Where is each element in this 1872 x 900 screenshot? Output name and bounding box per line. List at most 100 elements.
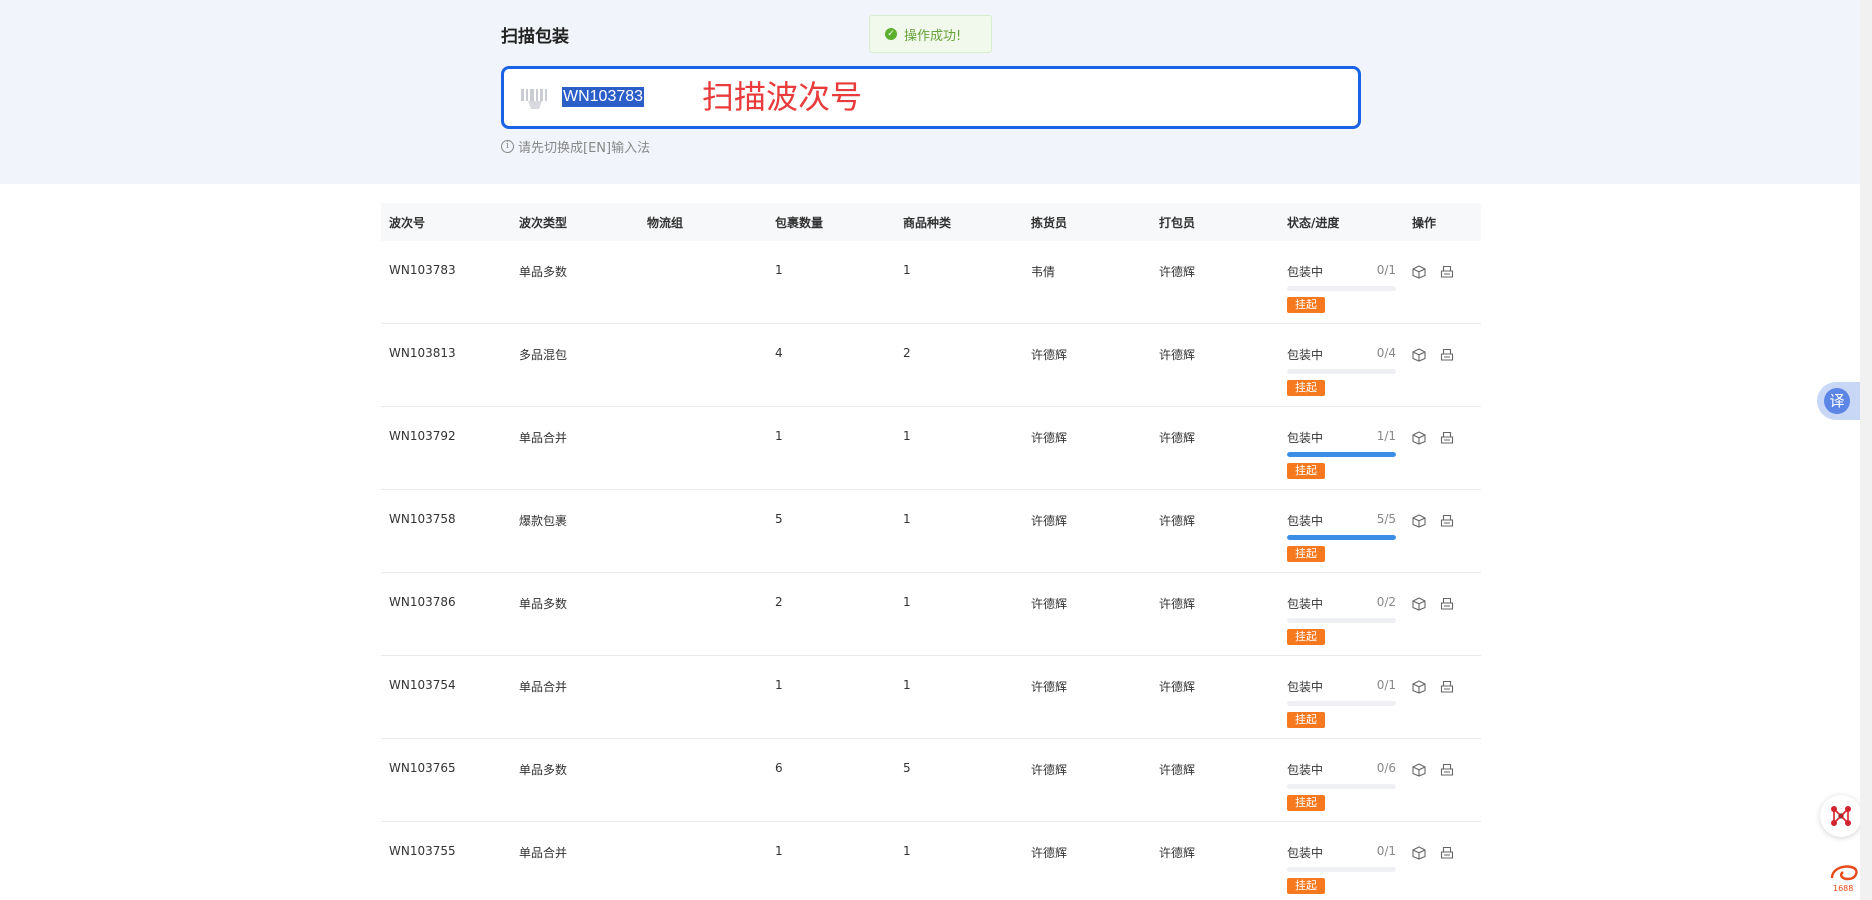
progress-bar xyxy=(1287,618,1396,623)
wave-number[interactable]: WN103783 xyxy=(381,241,511,323)
row-actions xyxy=(1404,324,1481,406)
wave-number[interactable]: WN103765 xyxy=(381,739,511,821)
page-title: 扫描包装 xyxy=(501,27,569,47)
package-icon[interactable] xyxy=(1412,597,1426,611)
progress-text: 0/6 xyxy=(1376,761,1396,775)
package-count: 1 xyxy=(775,844,783,858)
column-header: 拣货员 xyxy=(1031,215,1068,230)
wave-number[interactable]: WN103755 xyxy=(381,822,511,900)
packer: 许德辉 xyxy=(1159,680,1196,694)
print-icon[interactable] xyxy=(1440,265,1454,279)
network-icon xyxy=(1831,806,1851,826)
wave-type: 单品多数 xyxy=(519,265,568,279)
suspend-tag[interactable]: 挂起 xyxy=(1287,878,1325,894)
row-actions xyxy=(1404,822,1481,900)
package-icon[interactable] xyxy=(1412,680,1426,694)
suspend-tag[interactable]: 挂起 xyxy=(1287,297,1325,313)
status-cell: 包装中 0/6 挂起 xyxy=(1279,739,1404,821)
packer: 许德辉 xyxy=(1159,348,1196,362)
print-icon[interactable] xyxy=(1440,431,1454,445)
wave-type: 单品多数 xyxy=(519,597,568,611)
wave-number[interactable]: WN103792 xyxy=(381,407,511,489)
barcode-scanner-icon xyxy=(521,89,547,109)
wave-type: 单品合并 xyxy=(519,680,568,694)
packer: 许德辉 xyxy=(1159,846,1196,860)
package-icon[interactable] xyxy=(1412,846,1426,860)
input-hint: i 请先切换成[EN]输入法 xyxy=(501,137,650,156)
suspend-tag[interactable]: 挂起 xyxy=(1287,380,1325,396)
table-row: WN103783 单品多数 1 1 韦倩 许德辉 包装中 0/1 挂起 xyxy=(381,241,1481,324)
suspend-tag[interactable]: 挂起 xyxy=(1287,629,1325,645)
picker: 韦倩 xyxy=(1031,265,1056,279)
print-icon[interactable] xyxy=(1440,514,1454,528)
status-text: 包装中 xyxy=(1287,348,1324,362)
scan-header: 扫描包装 ✓ 操作成功! WN103783 扫描波次号 i 请先切换成[EN]输… xyxy=(0,0,1860,184)
product-kinds: 2 xyxy=(903,346,911,360)
wave-type: 单品多数 xyxy=(519,763,568,777)
print-icon[interactable] xyxy=(1440,763,1454,777)
print-icon[interactable] xyxy=(1440,846,1454,860)
status-text: 包装中 xyxy=(1287,846,1324,860)
status-cell: 包装中 0/1 挂起 xyxy=(1279,822,1404,900)
scan-input[interactable]: WN103783 扫描波次号 xyxy=(501,66,1361,129)
row-actions xyxy=(1404,407,1481,489)
table-row: WN103792 单品合并 1 1 许德辉 许德辉 包装中 1/1 挂起 xyxy=(381,407,1481,490)
print-icon[interactable] xyxy=(1440,348,1454,362)
suspend-tag[interactable]: 挂起 xyxy=(1287,463,1325,479)
suspend-tag[interactable]: 挂起 xyxy=(1287,546,1325,562)
1688-logo-icon[interactable]: 1688 xyxy=(1826,862,1862,894)
status-cell: 包装中 0/1 挂起 xyxy=(1279,656,1404,738)
table-row: WN103755 单品合并 1 1 许德辉 许德辉 包装中 0/1 挂起 xyxy=(381,822,1481,900)
progress-text: 0/1 xyxy=(1376,844,1396,858)
product-kinds: 1 xyxy=(903,263,911,277)
package-icon[interactable] xyxy=(1412,763,1426,777)
scan-input-value: WN103783 xyxy=(562,87,645,107)
status-text: 包装中 xyxy=(1287,597,1324,611)
column-header: 操作 xyxy=(1412,215,1437,230)
product-kinds: 1 xyxy=(903,844,911,858)
table-header: 波次号 波次类型 物流组 包裹数量 商品种类 拣货员 打包员 状态/进度 操作 xyxy=(381,203,1481,241)
input-hint-text: 请先切换成[EN]输入法 xyxy=(518,141,651,156)
table-row: WN103765 单品多数 6 5 许德辉 许德辉 包装中 0/6 挂起 xyxy=(381,739,1481,822)
row-actions xyxy=(1404,656,1481,738)
wave-number[interactable]: WN103754 xyxy=(381,656,511,738)
picker: 许德辉 xyxy=(1031,514,1068,528)
product-kinds: 5 xyxy=(903,761,911,775)
page-scrollbar[interactable] xyxy=(1860,0,1872,900)
toast-message: 操作成功! xyxy=(904,28,962,44)
logistics-group xyxy=(639,490,767,572)
wave-type: 单品合并 xyxy=(519,846,568,860)
success-toast: ✓ 操作成功! xyxy=(869,15,992,53)
package-icon[interactable] xyxy=(1412,514,1426,528)
print-icon[interactable] xyxy=(1440,680,1454,694)
progress-bar xyxy=(1287,535,1396,540)
progress-bar xyxy=(1287,452,1396,457)
package-icon[interactable] xyxy=(1412,265,1426,279)
product-kinds: 1 xyxy=(903,429,911,443)
column-header: 包裹数量 xyxy=(775,215,824,230)
progress-text: 0/2 xyxy=(1376,595,1396,609)
picker: 许德辉 xyxy=(1031,763,1068,777)
progress-bar xyxy=(1287,867,1396,872)
1688-logo-mark xyxy=(1830,865,1858,881)
picker: 许德辉 xyxy=(1031,680,1068,694)
package-icon[interactable] xyxy=(1412,348,1426,362)
print-icon[interactable] xyxy=(1440,597,1454,611)
package-count: 6 xyxy=(775,761,783,775)
suspend-tag[interactable]: 挂起 xyxy=(1287,795,1325,811)
picker: 许德辉 xyxy=(1031,597,1068,611)
wave-number[interactable]: WN103813 xyxy=(381,324,511,406)
logistics-group xyxy=(639,656,767,738)
packer: 许德辉 xyxy=(1159,763,1196,777)
network-button[interactable] xyxy=(1820,795,1862,837)
wave-number[interactable]: WN103758 xyxy=(381,490,511,572)
package-icon[interactable] xyxy=(1412,431,1426,445)
status-text: 包装中 xyxy=(1287,680,1324,694)
picker: 许德辉 xyxy=(1031,846,1068,860)
product-kinds: 1 xyxy=(903,595,911,609)
wave-number[interactable]: WN103786 xyxy=(381,573,511,655)
progress-bar xyxy=(1287,369,1396,374)
row-actions xyxy=(1404,739,1481,821)
suspend-tag[interactable]: 挂起 xyxy=(1287,712,1325,728)
logistics-group xyxy=(639,573,767,655)
